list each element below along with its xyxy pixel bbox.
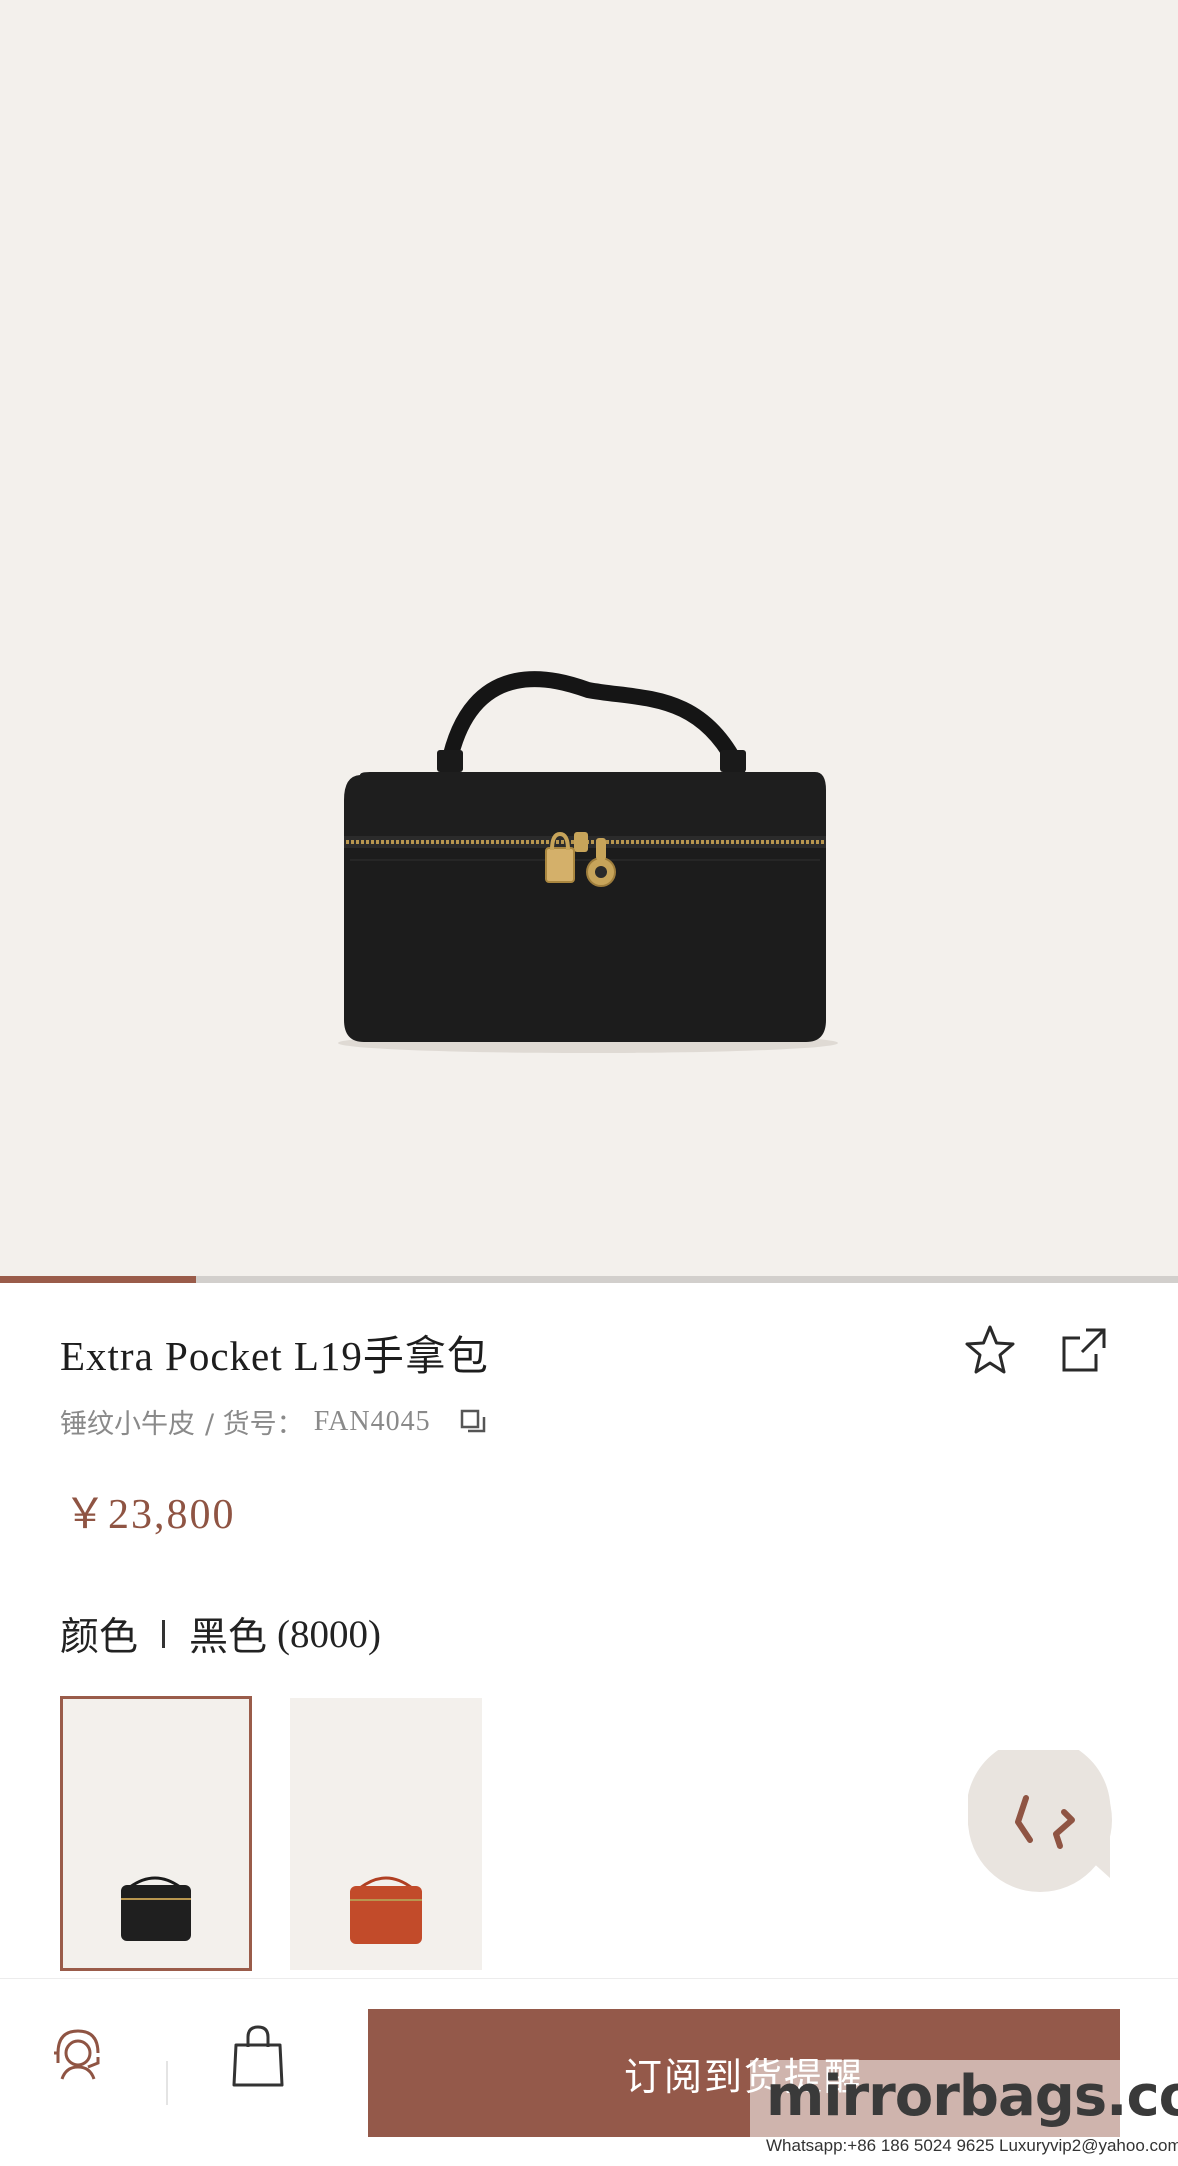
color-swatch-black[interactable] [60, 1696, 252, 1971]
product-material: 锤纹小牛皮 [60, 1409, 195, 1440]
watermark-contact: Whatsapp:+86 186 5024 9625 Luxuryvip2@ya… [766, 2136, 1178, 2155]
color-label-divider [162, 1620, 166, 1648]
product-image-gallery[interactable] [0, 0, 1178, 1276]
chat-button[interactable] [966, 1737, 1120, 1892]
product-sku: FAN4045 [313, 1405, 431, 1437]
color-swatch-orange[interactable] [290, 1698, 482, 1970]
customer-service-icon [54, 2029, 100, 2080]
swatch-bag-thumbnail-black [121, 1876, 191, 1941]
image-carousel-progress-fill [0, 1276, 196, 1283]
star-icon [965, 1325, 1015, 1374]
shopping-bag-icon [232, 2025, 284, 2087]
shopping-bag-button[interactable] [224, 2019, 292, 2095]
sku-label: / 货号： [205, 1409, 304, 1440]
color-selector-label: 颜色 黑色 (8000) [60, 1606, 381, 1662]
customer-service-button[interactable] [44, 2019, 112, 2087]
share-icon [1062, 1328, 1106, 1372]
copy-icon [460, 1409, 485, 1432]
watermark: mirrorbags.com Whatsapp:+86 186 5024 962… [750, 2060, 1178, 2160]
image-carousel-progress [0, 1276, 1178, 1283]
chat-bubble-icon [966, 1737, 1112, 1892]
selected-color-name: 黑色 [189, 1615, 268, 1660]
product-subtitle: 锤纹小牛皮 / 货号： FAN4045 [60, 1402, 491, 1441]
swatch-bag-thumbnail-orange [350, 1876, 422, 1944]
product-title: Extra Pocket L19手拿包 [60, 1333, 489, 1379]
product-price: ￥23,800 [64, 1492, 236, 1538]
favorite-button[interactable] [958, 1318, 1022, 1382]
watermark-logo: mirrorbags.com [766, 2064, 1178, 2129]
color-label: 颜色 [60, 1615, 139, 1660]
product-image-black-bag [338, 671, 838, 1053]
product-detail-page: Extra Pocket L19手拿包 锤纹小牛皮 / 货号： FAN4045 … [0, 0, 1178, 2166]
copy-sku-button[interactable] [455, 1404, 491, 1440]
share-button[interactable] [1052, 1318, 1116, 1382]
bottom-bar-divider [166, 2061, 168, 2105]
selected-color-code: (8000) [277, 1612, 382, 1656]
